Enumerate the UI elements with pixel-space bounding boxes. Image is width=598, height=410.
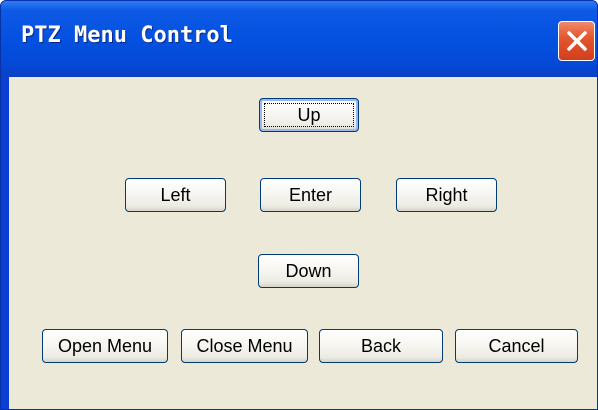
- up-button-label: Up: [297, 105, 321, 125]
- left-button-label: Left: [160, 185, 191, 205]
- ptz-menu-control-window: PTZ Menu Control Up Left Enter Right Dow…: [0, 0, 598, 410]
- enter-button-label: Enter: [288, 185, 333, 205]
- close-menu-button[interactable]: Close Menu: [181, 329, 308, 363]
- up-button[interactable]: Up: [259, 98, 359, 132]
- close-menu-button-label: Close Menu: [196, 336, 293, 356]
- close-icon: [567, 31, 587, 51]
- open-menu-button-label: Open Menu: [57, 336, 153, 356]
- down-button-label: Down: [285, 261, 332, 281]
- client-area: Up Left Enter Right Down Open Menu Close…: [9, 77, 597, 409]
- back-button[interactable]: Back: [319, 329, 443, 363]
- cancel-button-label: Cancel: [488, 336, 545, 356]
- right-button-label: Right: [425, 185, 468, 205]
- left-button[interactable]: Left: [125, 178, 226, 212]
- back-button-label: Back: [360, 336, 402, 356]
- open-menu-button[interactable]: Open Menu: [42, 329, 168, 363]
- title-bar[interactable]: PTZ Menu Control: [1, 1, 597, 77]
- right-button[interactable]: Right: [396, 178, 497, 212]
- close-button[interactable]: [558, 21, 595, 61]
- down-button[interactable]: Down: [258, 254, 359, 288]
- enter-button[interactable]: Enter: [260, 178, 361, 212]
- cancel-button[interactable]: Cancel: [455, 329, 578, 363]
- window-title: PTZ Menu Control: [21, 23, 233, 48]
